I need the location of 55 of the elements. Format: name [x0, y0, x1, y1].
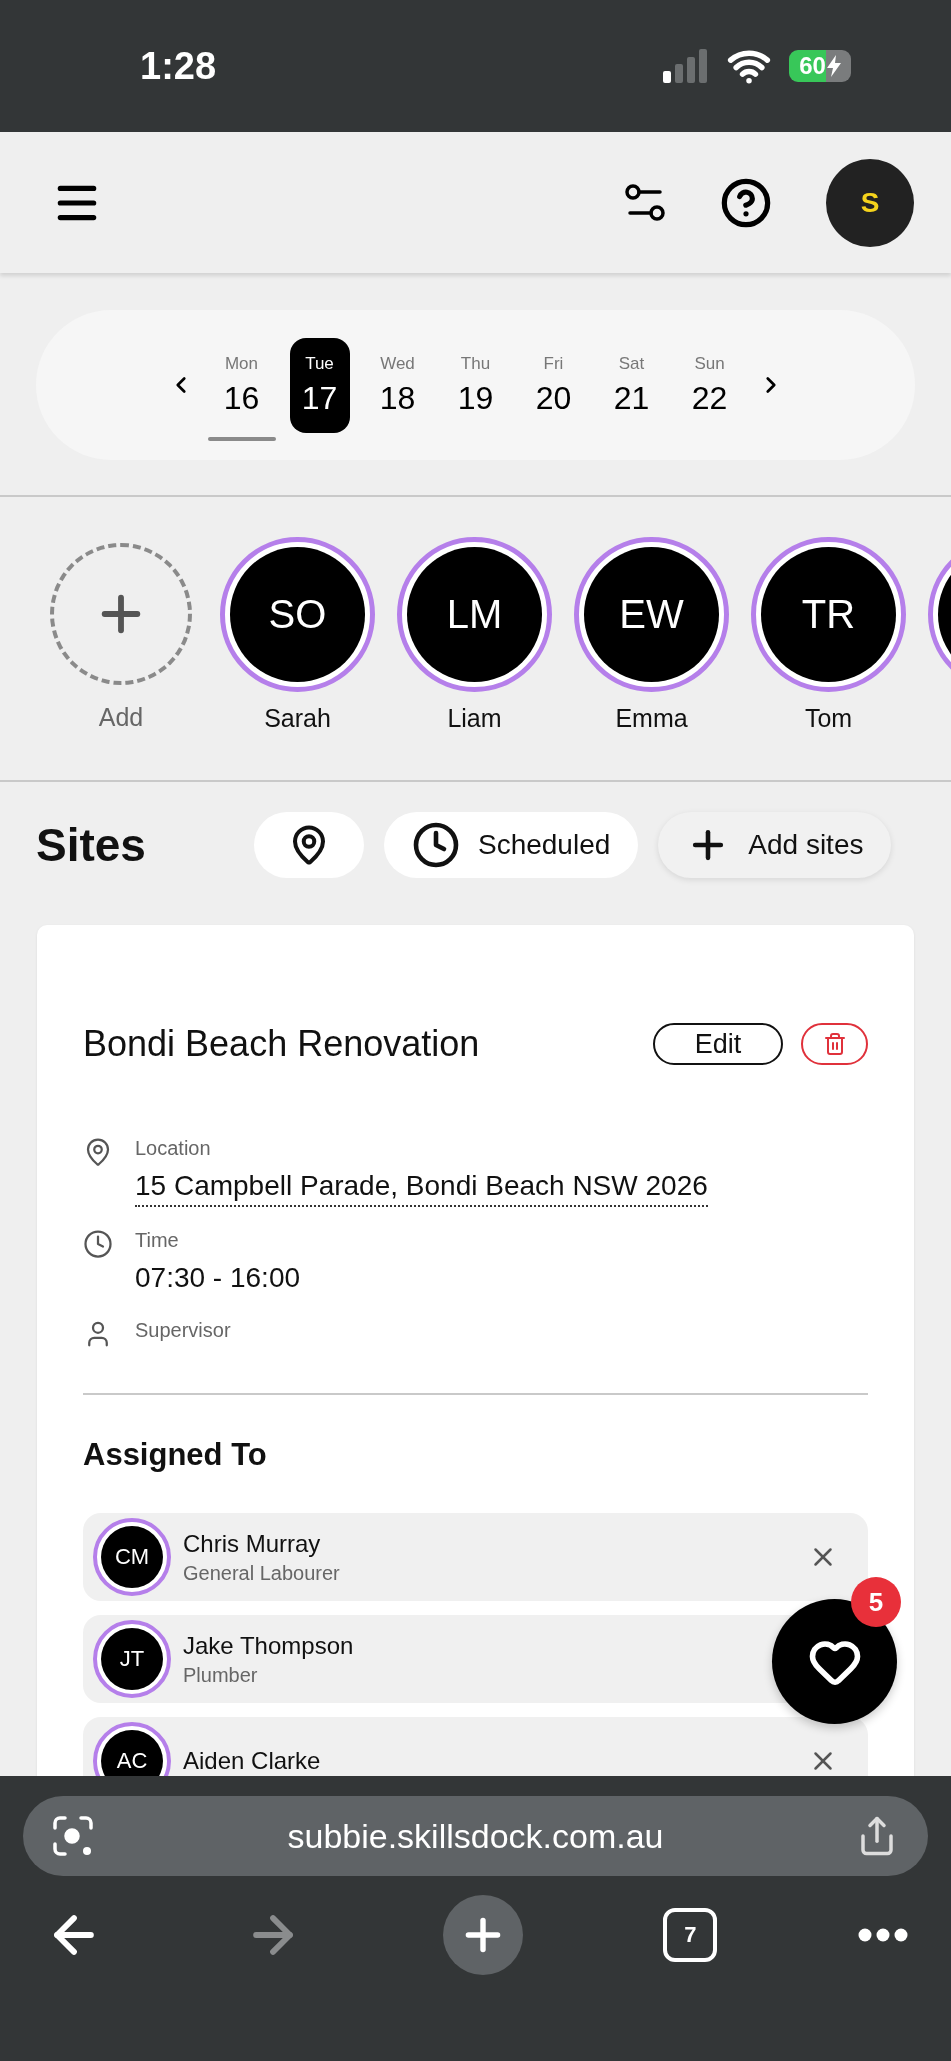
- sites-title: Sites: [36, 818, 146, 872]
- clock-icon: [83, 1229, 113, 1259]
- person-name: Aiden Clarke: [183, 1747, 322, 1775]
- detail-label: Location: [135, 1137, 212, 1160]
- day-tab[interactable]: Mon 16: [211, 337, 272, 433]
- help-icon: [720, 176, 772, 229]
- battery-indicator: 60: [789, 50, 851, 82]
- delete-button[interactable]: [801, 1023, 868, 1065]
- more-icon: [858, 1928, 908, 1942]
- address-link[interactable]: 15 Campbell Parade, Bondi Beach NSW 2026: [135, 1170, 708, 1207]
- day-tab[interactable]: Fri 20: [523, 337, 584, 433]
- tabs-button[interactable]: 7: [663, 1908, 718, 1962]
- profile-avatar[interactable]: S: [826, 158, 914, 247]
- signal-icon: [663, 49, 709, 83]
- camera-scan-icon[interactable]: [51, 1814, 95, 1858]
- add-sites-button[interactable]: Add sites: [658, 812, 892, 878]
- person-avatar: CM: [93, 1518, 171, 1596]
- person-role: General Labourer: [183, 1561, 341, 1585]
- help-button[interactable]: [720, 176, 772, 229]
- detail-label: Supervisor: [135, 1319, 231, 1342]
- url-text: subbie.skillsdock.com.au: [287, 1816, 664, 1856]
- staff-name: Sarah: [264, 704, 331, 733]
- day-tab[interactable]: Thu 19: [445, 337, 506, 433]
- bolt-icon: [826, 55, 841, 77]
- address-bar[interactable]: subbie.skillsdock.com.au: [23, 1796, 928, 1876]
- assigned-title: Assigned To: [83, 1437, 268, 1473]
- day-tab[interactable]: Sat 21: [601, 337, 662, 433]
- person-avatar: JT: [93, 1620, 171, 1698]
- day-tab[interactable]: Wed 18: [367, 337, 428, 433]
- person-avatar: AC: [93, 1722, 171, 1776]
- person-name: Chris Murray: [183, 1529, 322, 1558]
- site-title: Bondi Beach Renovation: [83, 1023, 481, 1065]
- staff-name: Emma: [615, 704, 688, 733]
- day-tab[interactable]: Tue 17: [289, 337, 350, 433]
- sliders-icon: [624, 181, 666, 224]
- add-staff-button[interactable]: [50, 543, 192, 685]
- staff-avatar[interactable]: TR: [751, 537, 906, 692]
- staff-name: Tom: [804, 704, 853, 733]
- staff-name: Liam: [447, 704, 502, 733]
- detail-label: Time: [135, 1229, 180, 1252]
- clock-icon: [411, 821, 460, 869]
- staff-avatar[interactable]: EW: [574, 537, 729, 692]
- scheduled-button[interactable]: Scheduled: [383, 812, 639, 878]
- clock-time: 1:28: [140, 44, 217, 88]
- more-button[interactable]: [858, 1928, 908, 1942]
- day-tab[interactable]: Sun 22: [679, 337, 740, 433]
- trash-icon: [822, 1032, 847, 1056]
- detail-value: 07:30 - 16:00: [135, 1262, 301, 1295]
- person-name: Jake Thompson: [183, 1631, 355, 1660]
- staff-avatar[interactable]: LM: [397, 537, 552, 692]
- filter-button[interactable]: [624, 181, 666, 224]
- edit-button[interactable]: Edit: [653, 1023, 783, 1065]
- person-role: Plumber: [183, 1663, 259, 1687]
- add-label: Add: [98, 703, 144, 732]
- staff-avatar[interactable]: SO: [220, 537, 375, 692]
